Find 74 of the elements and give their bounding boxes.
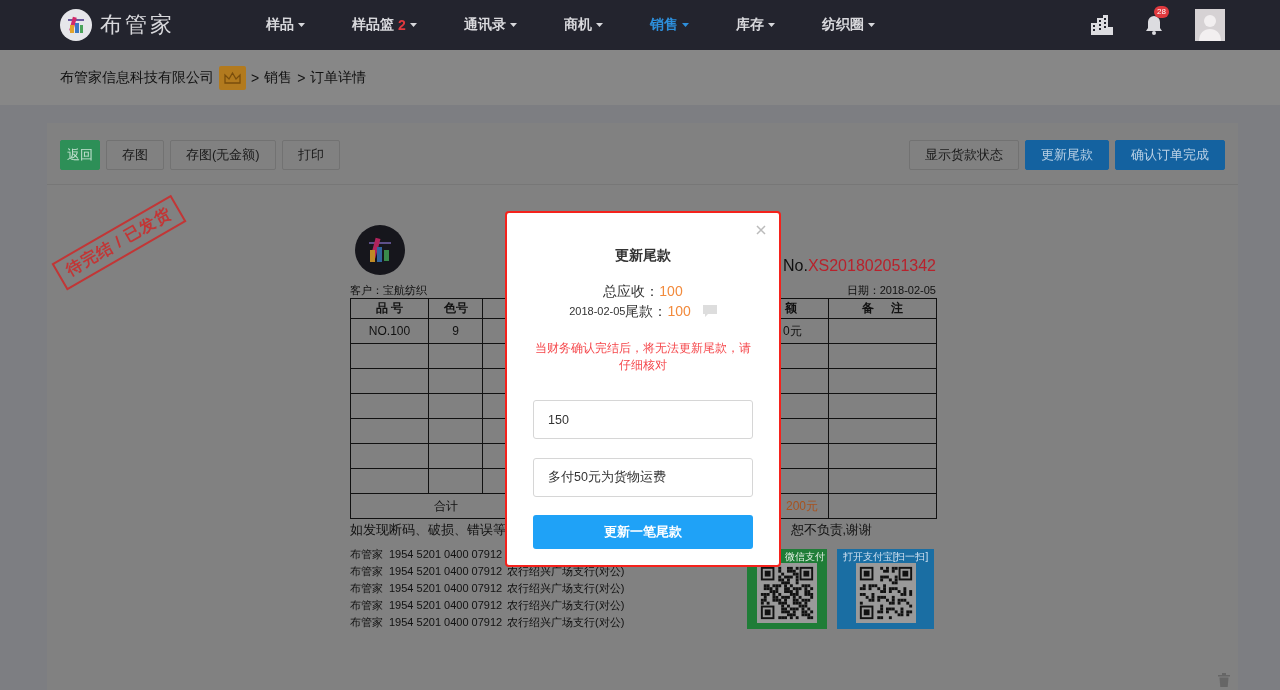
breadcrumb-separator: > bbox=[251, 69, 260, 86]
caret-icon bbox=[867, 23, 875, 27]
status-stamp: 待完结 / 已发货 bbox=[51, 194, 187, 291]
notice-text: 恕不负责,谢谢 bbox=[790, 523, 872, 538]
nav-link[interactable]: 销售 bbox=[649, 0, 689, 50]
account-number: 1954 5201 0400 07912 bbox=[389, 615, 504, 630]
account-name: 布管家 bbox=[350, 581, 384, 596]
building-icon[interactable] bbox=[1091, 15, 1113, 35]
nav-link[interactable]: 样品篮 2 bbox=[352, 0, 417, 50]
balance-amount: 100 bbox=[667, 302, 691, 320]
toolbar-button[interactable]: 存图 bbox=[106, 140, 164, 170]
nav-link[interactable]: 库存 bbox=[735, 0, 775, 50]
account-name: 布管家 bbox=[350, 615, 384, 630]
caret-icon bbox=[681, 23, 689, 27]
total-amount: 100 bbox=[659, 282, 683, 300]
column-header: 备 注 bbox=[828, 298, 937, 319]
caret-icon bbox=[595, 23, 603, 27]
toolbar-button[interactable]: 显示货款状态 bbox=[909, 140, 1019, 170]
toolbar-button[interactable]: 存图(无金额) bbox=[170, 140, 276, 170]
submit-button[interactable]: 更新一笔尾款 bbox=[533, 515, 753, 549]
logo-icon bbox=[355, 225, 405, 275]
balance-label: 尾款： bbox=[625, 302, 668, 320]
nav-link[interactable]: 纺织圈 bbox=[821, 0, 875, 50]
account-number: 1954 5201 0400 07912 bbox=[389, 547, 504, 562]
table-cell: 9 bbox=[428, 318, 483, 344]
breadcrumb-current: 订单详情 bbox=[310, 68, 367, 87]
account-name: 布管家 bbox=[350, 564, 384, 579]
qr-code-icon bbox=[854, 563, 917, 623]
account-name: 布管家 bbox=[350, 598, 384, 613]
account-number: 1954 5201 0400 07912 bbox=[389, 564, 504, 579]
breadcrumb-separator: > bbox=[297, 69, 306, 86]
total-label: 总应收： bbox=[603, 282, 660, 300]
brand-name: 布管家 bbox=[100, 11, 175, 39]
table-cell: NO.100 bbox=[350, 318, 429, 344]
order-number: No.XS201802051342 bbox=[782, 257, 936, 275]
notice-text: 如发现断码、破损、错误等 bbox=[350, 523, 506, 538]
account-number: 1954 5201 0400 07912 bbox=[389, 581, 504, 596]
date-label: 日期：2018-02-05 bbox=[846, 283, 936, 297]
trash-icon[interactable] bbox=[1218, 673, 1230, 687]
qr-caption: 打开支付宝[扫一扫] bbox=[842, 551, 929, 563]
nav-link[interactable]: 通讯录 bbox=[463, 0, 517, 50]
nav-link[interactable]: 样品 bbox=[266, 0, 305, 50]
toolbar-button[interactable]: 确认订单完成 bbox=[1115, 140, 1225, 170]
notification-badge: 28 bbox=[1154, 6, 1169, 18]
dialog-title: 更新尾款 bbox=[615, 246, 671, 264]
account-name: 布管家 bbox=[350, 547, 384, 562]
caret-icon bbox=[298, 23, 305, 27]
qr-code-icon bbox=[756, 563, 818, 623]
caret-icon bbox=[509, 23, 517, 27]
avatar[interactable] bbox=[1195, 9, 1225, 41]
logo-icon bbox=[60, 9, 92, 41]
nav-link[interactable]: 商机 bbox=[563, 0, 603, 50]
comment-icon[interactable] bbox=[702, 305, 717, 317]
column-header: 色号 bbox=[428, 298, 483, 319]
caret-icon bbox=[767, 23, 775, 27]
qr-caption: 微信支付 bbox=[785, 551, 825, 563]
breadcrumb-link[interactable]: 布管家信息科技有限公司 bbox=[60, 68, 214, 87]
bell-icon[interactable] bbox=[1145, 15, 1163, 35]
note-field[interactable]: 多付50元为货物运费 bbox=[533, 458, 753, 497]
bank-name: 农行绍兴广场支行(对公) bbox=[507, 615, 626, 630]
column-header: 品 号 bbox=[350, 298, 429, 319]
toolbar-button[interactable]: 更新尾款 bbox=[1025, 140, 1109, 170]
balance-date: 2018-02-05 bbox=[569, 304, 626, 317]
bank-name: 农行绍兴广场支行(对公) bbox=[507, 598, 626, 613]
crown-icon bbox=[219, 65, 246, 90]
account-number: 1954 5201 0400 07912 bbox=[389, 598, 504, 613]
amount-field[interactable]: 150 bbox=[533, 400, 753, 439]
customer-label: 客户：宝航纺织 bbox=[350, 283, 427, 297]
bank-name: 农行绍兴广场支行(对公) bbox=[507, 581, 626, 596]
breadcrumb-link[interactable]: 销售 bbox=[264, 68, 293, 87]
back-button[interactable]: 返回 bbox=[60, 140, 100, 170]
close-icon[interactable] bbox=[756, 225, 766, 235]
caret-icon bbox=[409, 23, 417, 27]
toolbar-button[interactable]: 打印 bbox=[281, 140, 340, 170]
